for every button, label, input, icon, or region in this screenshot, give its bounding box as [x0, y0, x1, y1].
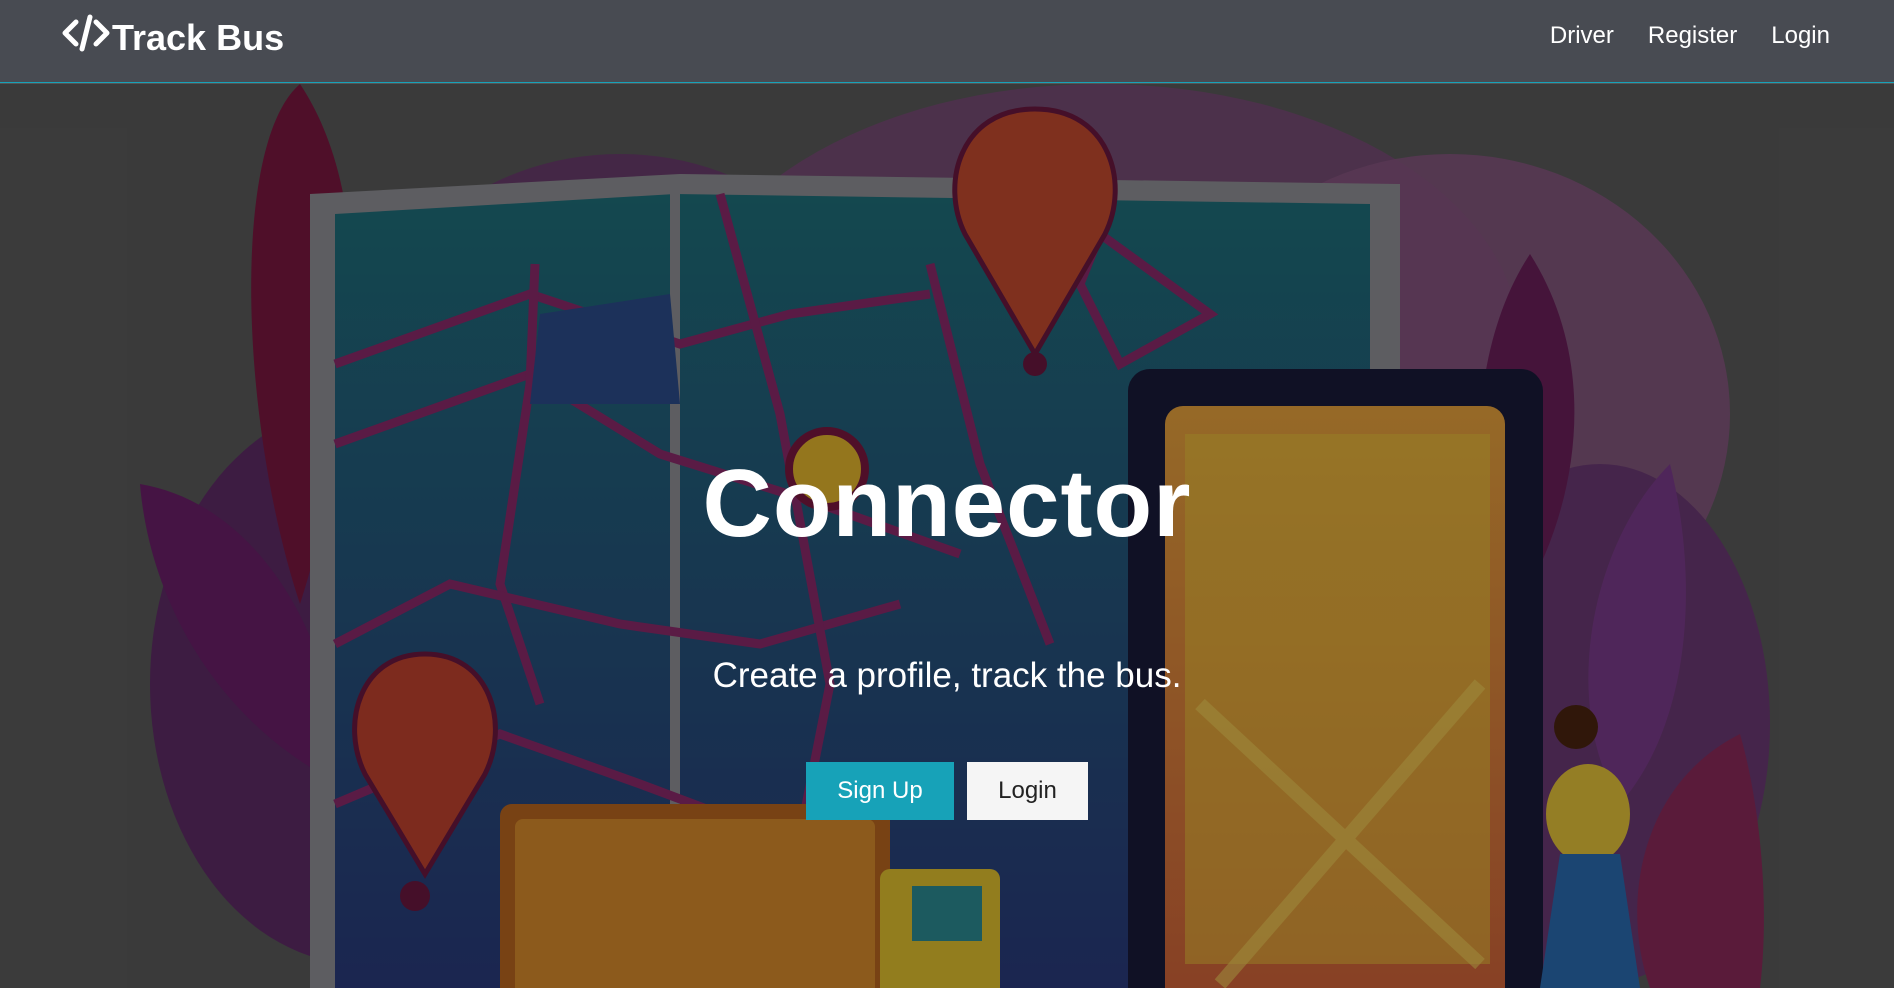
code-icon — [62, 14, 112, 61]
hero-subtitle: Create a profile, track the bus. — [712, 656, 1182, 696]
hero-title: Connector — [702, 450, 1192, 557]
nav-link-register[interactable]: Register — [1648, 22, 1737, 50]
hero-button-row: Sign Up Login — [806, 762, 1088, 821]
navbar: Track Bus Driver Register Login — [0, 0, 1894, 83]
brand-link[interactable]: Track Bus — [62, 14, 284, 61]
nav-link-login[interactable]: Login — [1771, 22, 1830, 50]
hero-content: Connector Create a profile, track the bu… — [0, 84, 1894, 988]
hero-section: Connector Create a profile, track the bu… — [0, 84, 1894, 988]
nav-links: Driver Register Login — [1550, 22, 1830, 50]
brand-name: Track Bus — [112, 16, 285, 58]
login-button[interactable]: Login — [967, 762, 1088, 821]
sign-up-button[interactable]: Sign Up — [806, 762, 954, 821]
nav-link-driver[interactable]: Driver — [1550, 22, 1614, 50]
